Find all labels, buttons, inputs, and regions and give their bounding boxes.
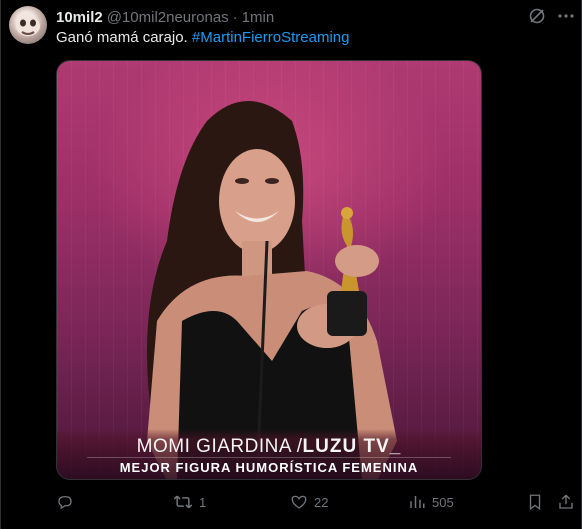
action-bar: 1 22 505 (1, 490, 582, 514)
hashtag-link[interactable]: #MartinFierroStreaming (192, 29, 350, 46)
tweet-media[interactable]: MOMI GIARDINA /LUZU TV_ MEJOR FIGURA HUM… (56, 60, 482, 480)
retweet-button[interactable]: 1 (173, 490, 206, 514)
views-button[interactable]: 505 (408, 490, 454, 514)
like-count: 22 (314, 494, 329, 510)
tweet[interactable]: 10mil2 @10mil2neuronas · 1min Ganó mamá … (0, 0, 582, 529)
separator: · (232, 8, 238, 26)
like-icon (291, 495, 307, 509)
timestamp[interactable]: 1min (242, 9, 275, 26)
more-icon[interactable] (556, 6, 576, 26)
tweet-text-plain: Ganó mamá carajo. (56, 29, 192, 46)
display-name[interactable]: 10mil2 (56, 9, 103, 26)
bookmark-icon (529, 494, 541, 511)
bookmark-button[interactable] (526, 490, 544, 514)
retweet-icon (173, 495, 193, 509)
reply-icon (58, 496, 72, 510)
share-button[interactable] (557, 490, 575, 514)
like-button[interactable]: 22 (290, 490, 328, 514)
caption-brand: LUZU TV_ (302, 436, 402, 457)
user-handle[interactable]: @10mil2neuronas (107, 9, 229, 26)
tweet-header: 10mil2 @10mil2neuronas · 1min (56, 7, 274, 27)
award-photo (147, 101, 397, 479)
views-icon (410, 496, 425, 508)
caption-divider (87, 457, 451, 458)
grok-icon[interactable] (527, 6, 547, 26)
tweet-text: Ganó mamá carajo. #MartinFierroStreaming (56, 29, 349, 47)
reply-button[interactable] (56, 490, 80, 514)
caption-name: MOMI GIARDINA / (136, 436, 303, 457)
caption-line-2: MEJOR FIGURA HUMORÍSTICA FEMENINA (119, 460, 419, 475)
share-icon (559, 494, 573, 509)
caption-line-1: MOMI GIARDINA /LUZU TV_ (57, 436, 481, 458)
avatar[interactable] (9, 6, 47, 44)
retweet-count: 1 (199, 494, 207, 510)
views-count: 505 (432, 494, 454, 510)
